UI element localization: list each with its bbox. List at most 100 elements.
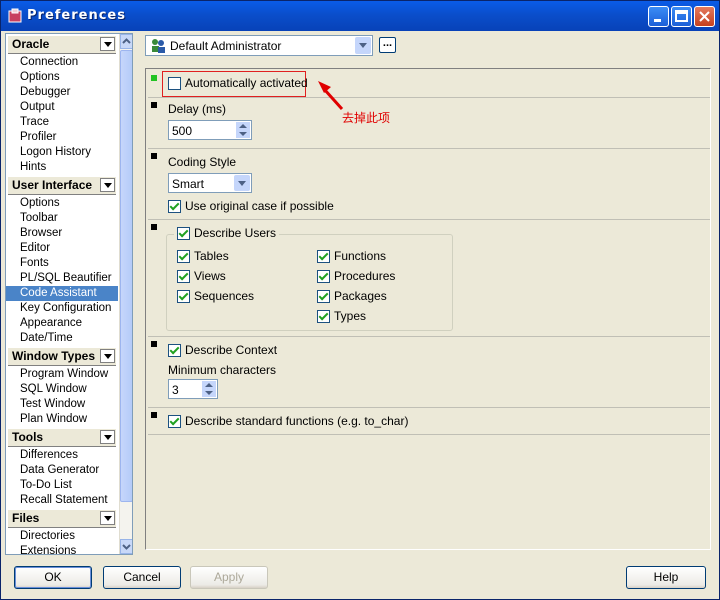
checkbox-box[interactable] (317, 290, 330, 304)
object-option-checkbox[interactable]: Functions (317, 249, 395, 269)
object-option-checkbox[interactable]: Sequences (177, 289, 254, 309)
maximize-button[interactable] (671, 6, 692, 27)
settings-area: Default Administrator ... Automatically … (137, 33, 715, 555)
sidebar-item[interactable]: Connection (6, 55, 118, 70)
category-sidebar: Oracle Connection Options Debugger Output Tra… (5, 33, 133, 555)
sidebar-item[interactable]: SQL Window (6, 382, 118, 397)
sidebar-item[interactable]: Differences (6, 448, 118, 463)
checkbox-box[interactable] (317, 310, 330, 324)
sidebar-item[interactable]: Directories (6, 529, 118, 544)
original-case-checkbox[interactable]: Use original case if possible (168, 199, 334, 214)
chevron-down-icon[interactable] (100, 178, 115, 192)
chevron-down-icon[interactable] (100, 349, 115, 363)
sidebar-scrollbar[interactable] (119, 34, 132, 554)
object-option-checkbox[interactable]: Types (317, 309, 395, 329)
object-option-label: Procedures (334, 269, 396, 283)
chevron-down-icon[interactable] (234, 175, 250, 191)
object-option-checkbox[interactable]: Procedures (317, 269, 395, 289)
chevron-down-icon[interactable] (100, 511, 115, 525)
spin-up-icon[interactable] (202, 381, 216, 389)
minimize-button[interactable] (648, 6, 669, 27)
minimize-icon (654, 19, 661, 22)
chevron-down-icon[interactable] (100, 37, 115, 51)
object-option-checkbox[interactable]: Views (177, 269, 254, 289)
min-chars-spinner[interactable]: 3 (168, 379, 218, 399)
section-marker (151, 153, 157, 159)
sidebar-item[interactable]: Browser (6, 226, 118, 241)
object-option-label: Sequences (194, 289, 255, 303)
profile-select[interactable]: Default Administrator (145, 35, 373, 56)
cancel-button[interactable]: Cancel (103, 566, 181, 589)
sidebar-item[interactable]: Data Generator (6, 463, 118, 478)
apply-button[interactable]: Apply (190, 566, 268, 589)
section-marker (151, 412, 157, 418)
sidebar-item[interactable]: Appearance (6, 316, 118, 331)
sidebar-item[interactable]: Plan Window (6, 412, 118, 427)
describe-context-checkbox[interactable]: Describe Context (168, 343, 278, 358)
sidebar-group-header[interactable]: Window Types (8, 347, 116, 366)
checkbox-box[interactable] (317, 250, 330, 264)
sidebar-item[interactable]: Options (6, 196, 118, 211)
checkbox-box[interactable] (168, 200, 181, 214)
chevron-down-icon[interactable] (100, 430, 115, 444)
spin-down-icon[interactable] (202, 389, 216, 397)
sidebar-item[interactable]: Trace (6, 115, 118, 130)
sidebar-item[interactable]: Debugger (6, 85, 118, 100)
spin-up-icon[interactable] (236, 122, 250, 130)
sidebar-item[interactable]: Toolbar (6, 211, 118, 226)
checkbox-box[interactable] (317, 270, 330, 284)
users-icon (152, 39, 165, 53)
checkbox-box[interactable] (177, 270, 190, 284)
object-option-checkbox[interactable]: Tables (177, 249, 254, 269)
checkbox-box[interactable] (168, 415, 181, 429)
spin-down-icon[interactable] (236, 130, 250, 138)
scroll-up-button[interactable] (120, 34, 132, 49)
sidebar-item[interactable]: Editor (6, 241, 118, 256)
checkbox-box[interactable] (177, 290, 190, 304)
sidebar-item[interactable]: Key Configuration (6, 301, 118, 316)
sidebar-item[interactable]: Logon History (6, 145, 118, 160)
object-options-left: Tables Views Sequences (177, 249, 254, 309)
sidebar-group-header[interactable]: User Interface (8, 176, 116, 195)
checkbox-box[interactable] (177, 250, 190, 264)
describe-users-label: Describe Users (194, 226, 277, 240)
sidebar-item[interactable]: Output (6, 100, 118, 115)
ok-button[interactable]: OK (14, 566, 92, 589)
help-button[interactable]: Help (626, 566, 706, 589)
sidebar-item[interactable]: To-Do List (6, 478, 118, 493)
sidebar-item[interactable]: Recall Statement (6, 493, 118, 508)
delay-spinner[interactable]: 500 (168, 120, 252, 140)
sidebar-item[interactable]: Date/Time (6, 331, 118, 346)
auto-activated-checkbox[interactable]: Automatically activated (168, 76, 308, 91)
sidebar-item[interactable]: Test Window (6, 397, 118, 412)
checkbox-box[interactable] (168, 344, 181, 358)
describe-users-checkbox[interactable]: Describe Users (174, 226, 280, 241)
sidebar-item[interactable]: Profiler (6, 130, 118, 145)
sidebar-item[interactable]: Options (6, 70, 118, 85)
coding-style-value: Smart (172, 177, 205, 191)
chevron-down-icon[interactable] (355, 37, 371, 54)
describe-context-label: Describe Context (185, 343, 278, 357)
sidebar-item[interactable]: Extensions (6, 544, 118, 554)
sidebar-group-header[interactable]: Oracle (8, 35, 116, 54)
object-option-checkbox[interactable]: Packages (317, 289, 395, 309)
close-button[interactable] (694, 6, 715, 27)
describe-standard-checkbox[interactable]: Describe standard functions (e.g. to_cha… (168, 414, 408, 429)
checkbox-box[interactable] (177, 227, 190, 241)
sidebar-item[interactable]: Hints (6, 160, 118, 175)
sidebar-group-header[interactable]: Tools (8, 428, 116, 447)
sidebar-item[interactable]: Code Assistant (6, 286, 118, 301)
sidebar-group-header[interactable]: Files (8, 509, 116, 528)
scroll-down-button[interactable] (120, 539, 132, 554)
checkbox-box[interactable] (168, 77, 181, 91)
sidebar-item[interactable]: Program Window (6, 367, 118, 382)
sidebar-item[interactable]: Fonts (6, 256, 118, 271)
coding-style-select[interactable]: Smart (168, 173, 252, 193)
scroll-thumb[interactable] (120, 50, 132, 502)
sidebar-item[interactable]: PL/SQL Beautifier (6, 271, 118, 286)
title-bar[interactable]: Preferences (1, 1, 719, 31)
original-case-label: Use original case if possible (185, 199, 334, 213)
chevron-up-icon (122, 38, 131, 44)
profile-more-button[interactable]: ... (379, 37, 396, 53)
min-chars-label: Minimum characters (168, 363, 277, 377)
